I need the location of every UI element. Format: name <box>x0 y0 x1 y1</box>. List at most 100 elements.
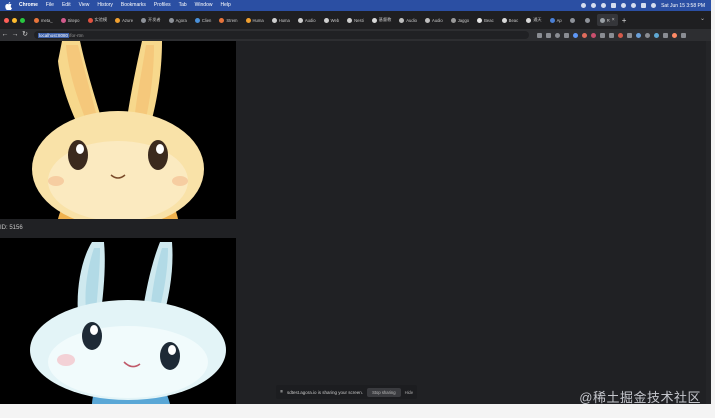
diamond-icon <box>347 17 353 23</box>
minimize-window-button[interactable] <box>12 17 17 23</box>
browser-tab[interactable]: 开发者 <box>138 14 164 26</box>
doc-icon <box>501 17 507 23</box>
extension-record-icon[interactable] <box>618 32 623 38</box>
watermark-text: @稀土掘金技术社区 <box>579 390 701 405</box>
tab-label: Jaggo <box>457 17 470 23</box>
gray-circle-icon <box>168 17 174 23</box>
extension-red-icon[interactable] <box>582 32 587 38</box>
menu-app-name[interactable]: Chrome <box>19 0 38 11</box>
red-circle-icon <box>87 17 93 23</box>
browser-tab[interactable]: Nesti <box>344 14 367 26</box>
tab-label: Azure <box>122 17 134 23</box>
record-status-icon[interactable] <box>601 3 607 8</box>
menu-file[interactable]: File <box>46 0 54 11</box>
gray-circle-icon <box>569 17 575 23</box>
menu-window[interactable]: Window <box>195 0 213 11</box>
zoom-window-button[interactable] <box>20 17 25 23</box>
browser-tab[interactable]: Huma <box>243 14 267 26</box>
browser-tab[interactable]: Jaggo <box>448 14 472 26</box>
new-tab-button[interactable]: + <box>622 16 627 25</box>
search-icon[interactable] <box>631 3 637 8</box>
menu-view[interactable]: View <box>79 0 90 11</box>
tab-close-icon[interactable]: × <box>612 17 615 23</box>
menu-history[interactable]: History <box>97 0 113 11</box>
wechat-status-icon[interactable] <box>581 3 587 8</box>
browser-tab[interactable]: Ap <box>547 14 565 26</box>
menu-bookmarks[interactable]: Bookmarks <box>121 0 146 11</box>
extension-doc-icon[interactable] <box>627 32 632 38</box>
forward-button[interactable]: → <box>10 29 20 41</box>
control-center-icon[interactable] <box>641 3 647 8</box>
extensions-puzzle-icon[interactable] <box>663 32 668 38</box>
browser-tab[interactable]: Beac <box>474 14 497 26</box>
status-area: Sat Jun 15 3:58 PM <box>581 0 705 11</box>
extension-pink-icon[interactable] <box>591 32 596 38</box>
apple-menu-icon[interactable] <box>5 2 13 10</box>
cast-icon[interactable] <box>537 32 542 38</box>
browser-tab[interactable]: Audio <box>295 14 319 26</box>
hide-button[interactable]: Hide <box>405 390 414 395</box>
browser-tab[interactable]: Beac <box>499 14 522 26</box>
menu-help[interactable]: Help <box>220 0 230 11</box>
browser-tab[interactable]: R × <box>596 14 618 26</box>
tab-strip: meta_ Sitepo 实验模 Azure 开发者 Agora Clien Strem Hum… <box>0 11 711 29</box>
url-text[interactable]: localhost:8080/for-rtm <box>38 32 84 38</box>
pause-icon: ⏸ <box>280 388 284 395</box>
loading-icon <box>450 17 456 23</box>
browser-tab[interactable]: 实验模 <box>85 14 111 26</box>
back-button[interactable]: ← <box>0 29 10 41</box>
sync-status-icon[interactable] <box>591 3 597 8</box>
doc-icon <box>526 17 532 23</box>
browser-tab[interactable]: 通天 <box>523 14 544 26</box>
browser-tab[interactable]: Huma <box>269 14 293 26</box>
local-video-frame <box>0 41 236 219</box>
close-window-button[interactable] <box>4 17 9 23</box>
tab-label: R <box>606 17 610 23</box>
tab-label: Beac <box>484 17 494 23</box>
stop-sharing-button[interactable]: Stop sharing <box>367 387 401 397</box>
tab-label: Web <box>330 17 340 23</box>
browser-tab[interactable]: Azure <box>112 14 136 26</box>
blue-square-icon <box>549 17 555 23</box>
battery-icon[interactable] <box>611 3 617 8</box>
extension-globe-icon[interactable] <box>636 32 641 38</box>
browser-tab[interactable]: 基督教 <box>369 14 395 26</box>
browser-tab[interactable]: meta_ <box>31 14 56 26</box>
extension-cloud-icon[interactable] <box>654 32 659 38</box>
bookmark-star-icon[interactable] <box>564 32 569 38</box>
browser-menu-icon[interactable] <box>681 32 686 38</box>
reload-button[interactable]: ↻ <box>20 29 30 41</box>
extension-grid-icon[interactable] <box>609 32 614 38</box>
extension-blue-icon[interactable] <box>573 32 578 38</box>
url-selected-text: localhost:8080 <box>38 32 70 38</box>
browser-tab[interactable]: Strem <box>216 14 240 26</box>
tab-label: 基督教 <box>378 17 392 22</box>
menu-tab[interactable]: Tab <box>179 0 187 11</box>
browser-tab[interactable] <box>567 14 580 26</box>
browser-tab[interactable]: Audio <box>422 14 446 26</box>
browser-tab[interactable]: Sitepo <box>58 14 83 26</box>
tab-label: meta_ <box>41 17 53 23</box>
browser-tab[interactable] <box>582 14 595 26</box>
page-scrollbar[interactable] <box>706 41 711 404</box>
tab-search-chevron-icon[interactable]: ⌄ <box>700 15 705 22</box>
browser-tab[interactable]: Web <box>321 14 343 26</box>
browser-tab[interactable]: Audio <box>396 14 420 26</box>
tab-label: Beac <box>508 17 519 23</box>
share-icon[interactable] <box>555 32 560 38</box>
gray-circle-icon <box>584 17 590 23</box>
siri-icon[interactable] <box>651 3 657 8</box>
profile-avatar[interactable] <box>672 32 677 38</box>
extension-window-icon[interactable] <box>600 32 605 38</box>
screenshot-icon[interactable] <box>546 32 551 38</box>
github-icon <box>477 17 483 23</box>
browser-tab[interactable]: Agora <box>166 14 190 26</box>
address-bar[interactable]: localhost:8080/for-rtm <box>34 31 529 39</box>
menu-edit[interactable]: Edit <box>62 0 71 11</box>
clock[interactable]: Sat Jun 15 3:58 PM <box>661 3 705 9</box>
browser-tab[interactable]: Clien <box>192 14 215 26</box>
menu-profiles[interactable]: Profiles <box>154 0 171 11</box>
wifi-icon[interactable] <box>621 3 627 8</box>
orange-circle-icon <box>245 17 251 23</box>
extension-translate-icon[interactable] <box>645 32 650 38</box>
